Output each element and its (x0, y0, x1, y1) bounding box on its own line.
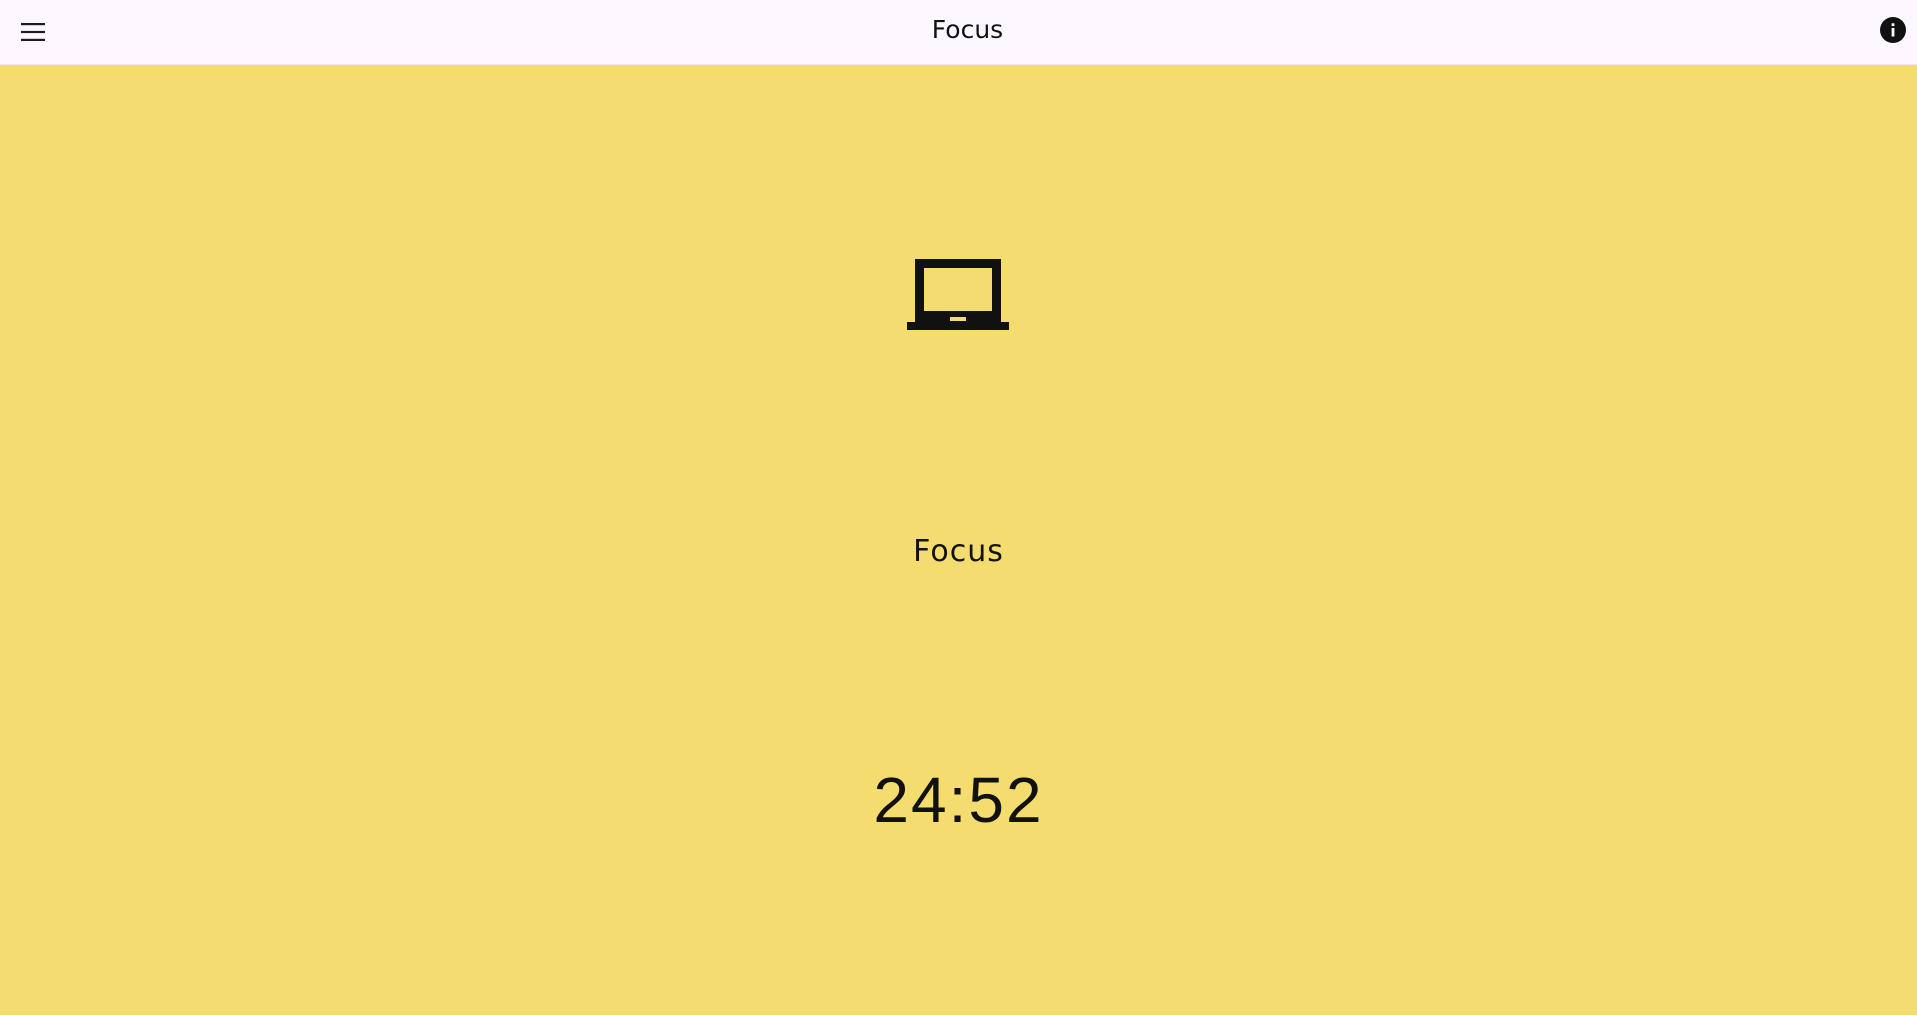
timer-panel: Focus 24:52 (0, 65, 1917, 1016)
info-button[interactable] (1876, 13, 1910, 47)
mode-label: Focus (913, 534, 1004, 569)
laptop-icon (907, 259, 1009, 330)
app-title: Focus (931, 14, 1004, 44)
info-icon (1880, 17, 1906, 43)
app-window: Focus Focus 24:52 (0, 0, 1917, 1016)
countdown-timer: 24:52 (873, 764, 1044, 836)
top-app-bar: Focus (0, 0, 1917, 65)
